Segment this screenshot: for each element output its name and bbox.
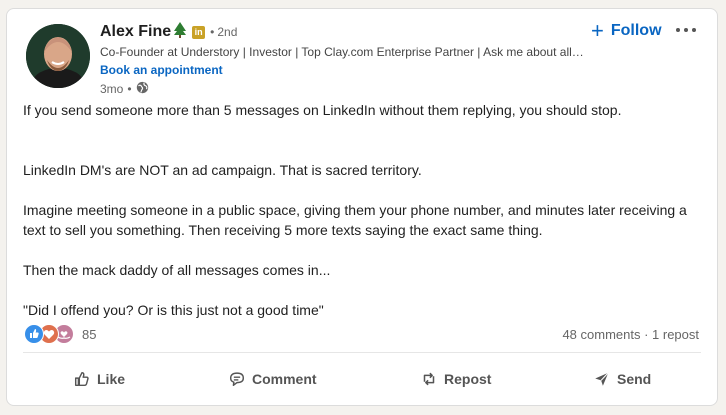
linkedin-badge-icon: in — [192, 25, 206, 39]
post-paragraph: "Did I offend you? Or is this just not a… — [23, 302, 324, 318]
like-label: Like — [97, 371, 126, 387]
post-header: Alex Fine in • 2nd Co-Founder at Underst… — [100, 21, 620, 96]
follow-label: Follow — [610, 22, 662, 39]
comment-button[interactable]: Comment — [228, 361, 317, 397]
send-icon — [595, 372, 609, 386]
author-headline: Co-Founder at Understory | Investor | To… — [100, 45, 586, 59]
post-paragraph: LinkedIn DM's are NOT an ad campaign. Th… — [23, 162, 422, 178]
plus-icon: + — [591, 18, 604, 43]
connection-degree: 2nd — [217, 25, 238, 39]
action-bar: Like Comment Repost Send — [7, 361, 719, 397]
send-button[interactable]: Send — [593, 361, 651, 397]
separator-dot: • — [210, 25, 215, 39]
reaction-count: 85 — [82, 326, 97, 342]
reaction-icons — [24, 323, 76, 345]
avatar-image — [26, 24, 90, 88]
reactions-summary[interactable]: 85 — [24, 323, 96, 345]
repost-button[interactable]: Repost — [420, 361, 491, 397]
follow-button[interactable]: + Follow — [591, 19, 662, 43]
post-time: 3mo — [100, 81, 124, 96]
comment-label: Comment — [252, 371, 317, 387]
repost-label: Repost — [444, 371, 492, 387]
like-button[interactable]: Like — [73, 361, 125, 397]
post-paragraph: Imagine meeting someone in a public spac… — [23, 202, 687, 238]
separator-dot: • — [127, 81, 132, 96]
post-paragraph: If you send someone more than 5 messages… — [23, 102, 622, 118]
post-card: Alex Fine in • 2nd Co-Founder at Underst… — [6, 8, 718, 406]
author-name[interactable]: Alex Fine — [100, 23, 171, 41]
post-stats[interactable]: 48 comments · 1 repost — [562, 327, 699, 342]
book-appointment-link[interactable]: Book an appointment — [100, 63, 620, 78]
like-icon — [24, 324, 44, 344]
name-row: Alex Fine in • 2nd — [100, 21, 620, 43]
more-options-icon[interactable] — [674, 23, 698, 37]
tree-icon — [173, 21, 187, 43]
post-body: If you send someone more than 5 messages… — [23, 100, 707, 320]
globe-icon — [136, 81, 149, 97]
repost-icon — [423, 372, 435, 386]
post-paragraph: Then the mack daddy of all messages come… — [23, 262, 331, 278]
send-label: Send — [617, 371, 652, 387]
divider — [23, 352, 701, 353]
like-icon — [74, 371, 89, 387]
avatar[interactable] — [26, 24, 90, 88]
comment-icon — [229, 372, 245, 387]
post-meta: 3mo • — [100, 81, 620, 96]
